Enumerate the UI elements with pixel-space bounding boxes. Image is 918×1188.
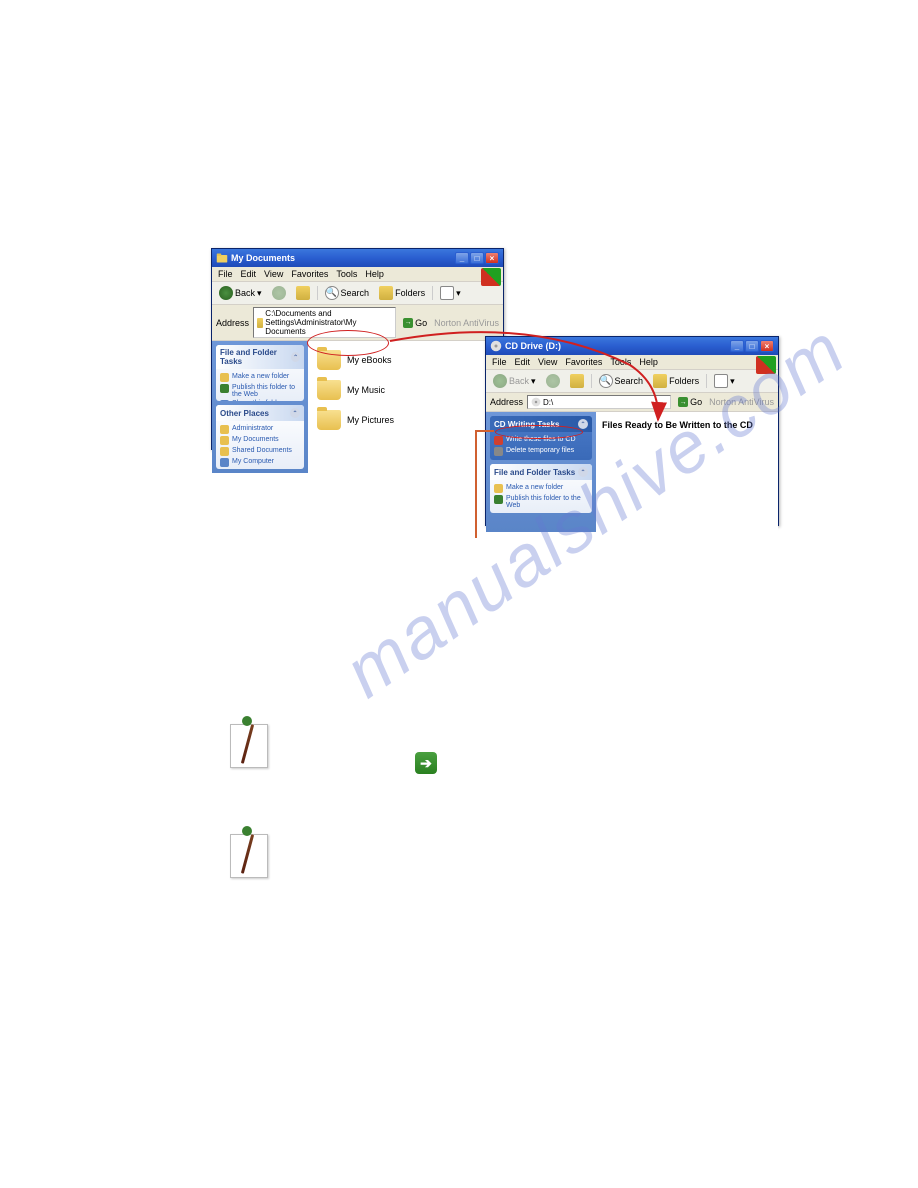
- menu-view[interactable]: View: [264, 269, 283, 279]
- up-button[interactable]: [293, 285, 313, 301]
- panel-header[interactable]: File and Folder Tasks ⌃: [490, 464, 592, 480]
- folder-icon: [317, 410, 341, 430]
- menu-edit[interactable]: Edit: [515, 357, 531, 367]
- title-text: CD Drive (D:): [505, 341, 730, 351]
- address-value: C:\Documents and Settings\Administrator\…: [265, 309, 392, 336]
- menu-tools[interactable]: Tools: [610, 357, 631, 367]
- chevron-up-icon[interactable]: ⌃: [291, 352, 300, 362]
- back-button[interactable]: Back ▾: [490, 373, 539, 389]
- address-input[interactable]: D:\: [527, 395, 671, 409]
- folder-icon: [317, 380, 341, 400]
- panel-other-places: Other Places ⌃ Administrator My Document…: [216, 405, 304, 469]
- maximize-button[interactable]: □: [745, 340, 759, 352]
- addressbar: Address D:\ →Go Norton AntiVirus: [486, 393, 778, 412]
- cd-icon: [531, 397, 541, 407]
- go-button[interactable]: →Go: [400, 317, 430, 329]
- addressbar: Address C:\Documents and Settings\Admini…: [212, 305, 503, 341]
- place-my-documents[interactable]: My Documents: [220, 435, 300, 446]
- folder-my-pictures[interactable]: My Pictures: [314, 407, 497, 433]
- folders-button[interactable]: Folders: [376, 285, 428, 301]
- folders-button[interactable]: Folders: [650, 373, 702, 389]
- note-icon: [228, 718, 272, 768]
- task-publish[interactable]: Publish this folder to the Web: [494, 494, 588, 510]
- task-publish[interactable]: Publish this folder to the Web: [220, 383, 300, 399]
- menu-tools[interactable]: Tools: [336, 269, 357, 279]
- folder-my-ebooks[interactable]: My eBooks: [314, 347, 497, 373]
- content-area[interactable]: Files Ready to Be Written to the CD: [596, 412, 778, 532]
- task-new-folder[interactable]: Make a new folder: [494, 483, 588, 494]
- window-cd-drive: CD Drive (D:) _ □ × File Edit View Favor…: [485, 336, 779, 526]
- back-button[interactable]: Back ▾: [216, 285, 265, 301]
- panel-file-tasks: File and Folder Tasks ⌃ Make a new folde…: [216, 345, 304, 401]
- antivirus-label: Norton AntiVirus: [709, 397, 774, 407]
- sidebar: CD Writing Tasks ⌃ Write these files to …: [486, 412, 596, 532]
- panel-cd-tasks: CD Writing Tasks ⌃ Write these files to …: [490, 416, 592, 460]
- search-button[interactable]: 🔍Search: [322, 285, 373, 301]
- place-my-computer[interactable]: My Computer: [220, 457, 300, 468]
- menubar: File Edit View Favorites Tools Help: [212, 267, 503, 282]
- panel-header[interactable]: File and Folder Tasks ⌃: [216, 345, 304, 369]
- folder-my-music[interactable]: My Music: [314, 377, 497, 403]
- panel-header[interactable]: CD Writing Tasks ⌃: [490, 416, 592, 432]
- address-value: D:\: [543, 398, 553, 407]
- minimize-button[interactable]: _: [455, 252, 469, 264]
- minimize-button[interactable]: _: [730, 340, 744, 352]
- menu-file[interactable]: File: [492, 357, 507, 367]
- chevron-up-icon[interactable]: ⌃: [290, 408, 300, 418]
- menu-view[interactable]: View: [538, 357, 557, 367]
- chevron-up-icon[interactable]: ⌃: [578, 419, 588, 429]
- menu-edit[interactable]: Edit: [241, 269, 257, 279]
- forward-button[interactable]: [269, 285, 289, 301]
- up-button[interactable]: [567, 373, 587, 389]
- panel-header[interactable]: Other Places ⌃: [216, 405, 304, 421]
- sidebar: File and Folder Tasks ⌃ Make a new folde…: [212, 341, 308, 473]
- address-input[interactable]: C:\Documents and Settings\Administrator\…: [253, 307, 396, 338]
- menu-help[interactable]: Help: [639, 357, 658, 367]
- content-header: Files Ready to Be Written to the CD: [602, 418, 772, 432]
- folder-icon: [257, 318, 263, 328]
- cd-icon: [490, 340, 502, 352]
- views-button[interactable]: ▾: [437, 285, 464, 301]
- content-area[interactable]: My eBooks My Music My Pictures: [308, 341, 503, 473]
- close-button[interactable]: ×: [485, 252, 499, 264]
- toolbar: Back ▾ 🔍Search Folders ▾: [212, 282, 503, 305]
- search-button[interactable]: 🔍Search: [596, 373, 647, 389]
- panel-file-tasks: File and Folder Tasks ⌃ Make a new folde…: [490, 464, 592, 513]
- task-share[interactable]: Share this folder: [220, 399, 300, 401]
- menubar: File Edit View Favorites Tools Help: [486, 355, 778, 370]
- menu-help[interactable]: Help: [365, 269, 384, 279]
- go-button[interactable]: →Go: [675, 396, 705, 408]
- menu-file[interactable]: File: [218, 269, 233, 279]
- window-my-documents: My Documents _ □ × File Edit View Favori…: [211, 248, 504, 450]
- address-label: Address: [216, 318, 249, 328]
- titlebar[interactable]: My Documents _ □ ×: [212, 249, 503, 267]
- chevron-up-icon[interactable]: ⌃: [578, 467, 588, 477]
- menu-favorites[interactable]: Favorites: [291, 269, 328, 279]
- place-shared-docs[interactable]: Shared Documents: [220, 446, 300, 457]
- place-administrator[interactable]: Administrator: [220, 424, 300, 435]
- address-label: Address: [490, 397, 523, 407]
- views-button[interactable]: ▾: [711, 373, 738, 389]
- toolbar: Back ▾ 🔍Search Folders ▾: [486, 370, 778, 393]
- antivirus-label: Norton AntiVirus: [434, 318, 499, 328]
- windows-logo-icon: [756, 356, 776, 374]
- titlebar[interactable]: CD Drive (D:) _ □ ×: [486, 337, 778, 355]
- title-text: My Documents: [231, 253, 455, 263]
- folder-icon: [216, 252, 228, 264]
- task-new-folder[interactable]: Make a new folder: [220, 372, 300, 383]
- note-icon: [228, 828, 272, 878]
- folder-icon: [317, 350, 341, 370]
- forward-button[interactable]: [543, 373, 563, 389]
- arrow-right-icon: ➔: [415, 752, 437, 774]
- task-write-files-to-cd[interactable]: Write these files to CD: [494, 435, 588, 446]
- close-button[interactable]: ×: [760, 340, 774, 352]
- windows-logo-icon: [481, 268, 501, 286]
- menu-favorites[interactable]: Favorites: [565, 357, 602, 367]
- place-network[interactable]: My Network Places: [220, 468, 300, 469]
- maximize-button[interactable]: □: [470, 252, 484, 264]
- task-delete-temp[interactable]: Delete temporary files: [494, 446, 588, 457]
